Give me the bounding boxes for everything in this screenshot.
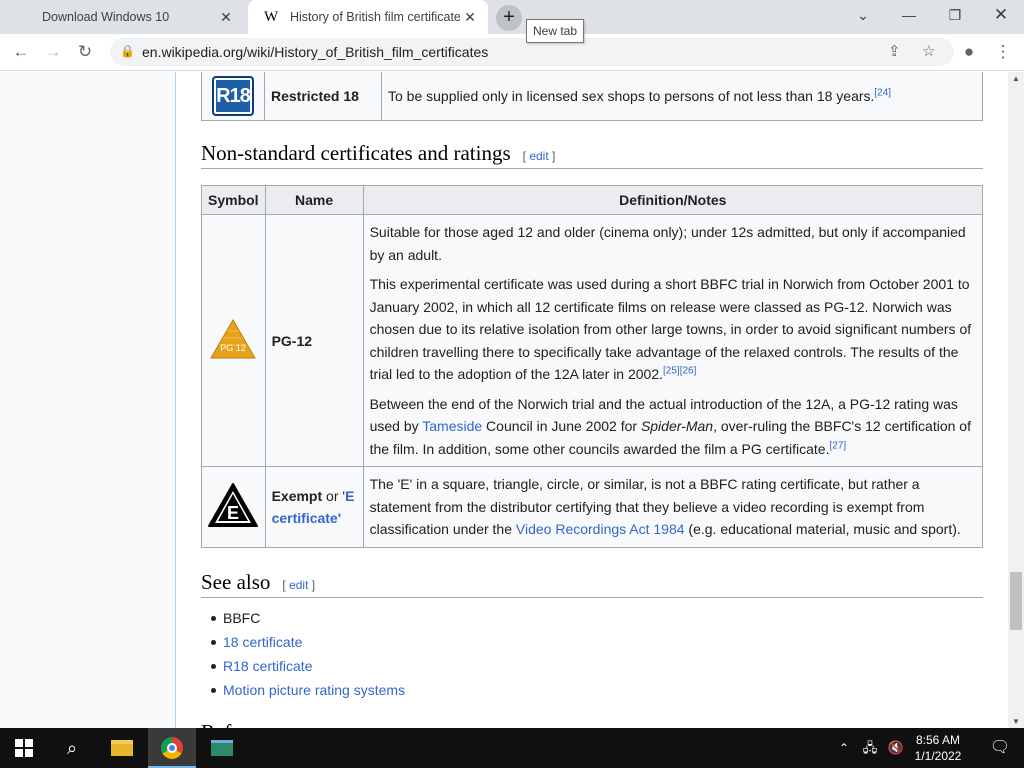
note-paragraph: The 'E' in a square, triangle, circle, o… — [369, 476, 961, 537]
back-arrow-icon[interactable]: ← — [8, 39, 34, 65]
edit-link[interactable]: edit — [529, 149, 548, 163]
windows-taskbar: ⌕ ⌃ 🖧 🔇 8:56 AM 1/1/2022 🗨 — [0, 728, 1024, 768]
wikipedia-w-icon: W — [264, 9, 279, 25]
close-tab-icon[interactable]: ✕ — [218, 9, 234, 25]
table-header-row: Symbol Name Definition/Notes — [201, 185, 984, 215]
symbol-cell: E — [201, 466, 266, 548]
page-viewport: R18 Restricted 18 To be supplied only in… — [0, 72, 1008, 728]
wiki-sidebar — [0, 72, 176, 728]
tameside-link[interactable]: Tameside — [422, 418, 482, 434]
menu-kebab-icon[interactable]: ⋮ — [990, 39, 1016, 65]
r18-symbol-icon: R18 — [212, 76, 254, 116]
citation-link[interactable]: [24] — [874, 87, 891, 98]
svg-text:PG 12: PG 12 — [221, 343, 247, 353]
list-item[interactable]: BBFC — [209, 606, 983, 630]
symbol-cell: PG 12 — [201, 214, 266, 467]
section-heading-references: References[ edit ] — [201, 720, 983, 729]
section-heading-see-also: See also[ edit ] — [201, 570, 983, 598]
definition-cell: The 'E' in a square, triangle, circle, o… — [362, 466, 984, 548]
video-recordings-act-link[interactable]: Video Recordings Act 1984 — [516, 521, 685, 537]
clock-time: 8:56 AM — [915, 733, 961, 747]
url-text[interactable]: en.wikipedia.org/wiki/History_of_British… — [142, 44, 488, 60]
forward-arrow-icon[interactable]: → — [40, 39, 66, 65]
share-icon[interactable]: ⇪ — [888, 42, 901, 60]
clock[interactable]: 8:56 AM 1/1/2022 — [910, 732, 966, 764]
chrome-taskbar-icon[interactable] — [148, 728, 196, 768]
column-header[interactable]: Definition/Notes — [362, 185, 984, 215]
page-scrollbar[interactable]: ▲ ▼ — [1008, 72, 1024, 728]
close-tab-icon[interactable]: ✕ — [462, 9, 478, 25]
tab-title: History of British film certificates — [290, 10, 460, 24]
pg12-triangle-icon: PG 12 — [210, 319, 257, 359]
citation-link[interactable]: [25][26] — [663, 365, 696, 376]
column-header[interactable]: Name — [264, 185, 364, 215]
scrollbar-thumb[interactable] — [1010, 572, 1022, 630]
list-item[interactable]: 18 certificate — [209, 630, 983, 654]
windows-start-icon — [15, 738, 33, 757]
tab-history-british-film-certificates[interactable]: W History of British film certificates ✕ — [248, 0, 488, 34]
definition-cell: To be supplied only in licensed sex shop… — [381, 72, 983, 121]
windows-logo-icon — [16, 9, 32, 25]
browser-toolbar: ← → ↻ 🔒 en.wikipedia.org/wiki/History_of… — [0, 34, 1024, 71]
minimize-button[interactable]: — — [886, 0, 932, 30]
new-tab-button[interactable]: + — [496, 5, 522, 31]
section-heading-nonstandard: Non-standard certificates and ratings[ e… — [201, 141, 983, 169]
rating-name: Restricted 18 — [264, 72, 382, 121]
edit-link[interactable]: edit — [289, 578, 308, 592]
note-paragraph: This experimental certificate was used d… — [369, 276, 972, 382]
file-explorer-icon[interactable] — [98, 728, 146, 768]
column-header[interactable]: Symbol — [201, 185, 266, 215]
notification-icon[interactable]: 🗨 — [976, 728, 1024, 768]
symbol-cell: R18 — [201, 72, 265, 121]
lock-icon[interactable]: 🔒 — [120, 44, 135, 58]
new-tab-tooltip: New tab — [526, 19, 585, 43]
scroll-down-arrow-icon[interactable]: ▼ — [1008, 717, 1024, 726]
profile-avatar-icon[interactable]: ● — [956, 39, 982, 65]
media-app-icon[interactable] — [198, 728, 246, 768]
tab-title: Download Windows 10 — [42, 10, 170, 24]
rating-name: Exempt or 'E certificate' — [264, 466, 364, 548]
browser-tab-strip: Download Windows 10 ✕ W History of Briti… — [0, 0, 1024, 34]
rating-name: PG-12 — [264, 214, 364, 467]
table-row: PG 12 PG-12 Suitable for those aged 12 a… — [201, 214, 984, 467]
article-content: R18 Restricted 18 To be supplied only in… — [201, 72, 984, 729]
table-row: E Exempt or 'E certificate' The 'E' in a… — [201, 466, 984, 548]
see-also-list: BBFC 18 certificate R18 certificate Moti… — [209, 606, 983, 702]
restore-button[interactable]: ❐ — [932, 0, 978, 30]
exempt-triangle-icon: E — [208, 483, 259, 528]
clock-date: 1/1/2022 — [914, 749, 962, 763]
start-button[interactable] — [0, 728, 48, 768]
table-row: R18 Restricted 18 To be supplied only in… — [201, 72, 983, 121]
nonstandard-table: Symbol Name Definition/Notes PG 12 PG-12 — [201, 185, 984, 548]
plus-icon: + — [503, 6, 515, 28]
note-paragraph: Between the end of the Norwich trial and… — [369, 395, 971, 457]
svg-text:E: E — [227, 503, 239, 523]
tab-download-windows-10[interactable]: Download Windows 10 ✕ — [0, 0, 244, 34]
chevron-up-icon[interactable]: ⌃ — [832, 728, 856, 768]
bookmark-star-icon[interactable]: ☆ — [922, 42, 935, 60]
search-icon[interactable]: ⌕ — [48, 728, 96, 768]
scroll-up-arrow-icon[interactable]: ▲ — [1008, 74, 1024, 83]
close-window-button[interactable]: ✕ — [978, 0, 1024, 30]
network-icon[interactable]: 🖧 — [858, 728, 882, 768]
reload-icon[interactable]: ↻ — [72, 39, 98, 65]
list-item[interactable]: Motion picture rating systems — [209, 678, 983, 702]
tab-search-chevron-icon[interactable]: ⌄ — [840, 0, 886, 30]
list-item[interactable]: R18 certificate — [209, 654, 983, 678]
note-paragraph: Suitable for those aged 12 and older (ci… — [369, 224, 966, 263]
volume-muted-icon[interactable]: 🔇 — [884, 728, 908, 768]
r18-table: R18 Restricted 18 To be supplied only in… — [201, 72, 983, 121]
definition-cell: Suitable for those aged 12 and older (ci… — [362, 214, 984, 467]
citation-link[interactable]: [27] — [829, 440, 846, 451]
